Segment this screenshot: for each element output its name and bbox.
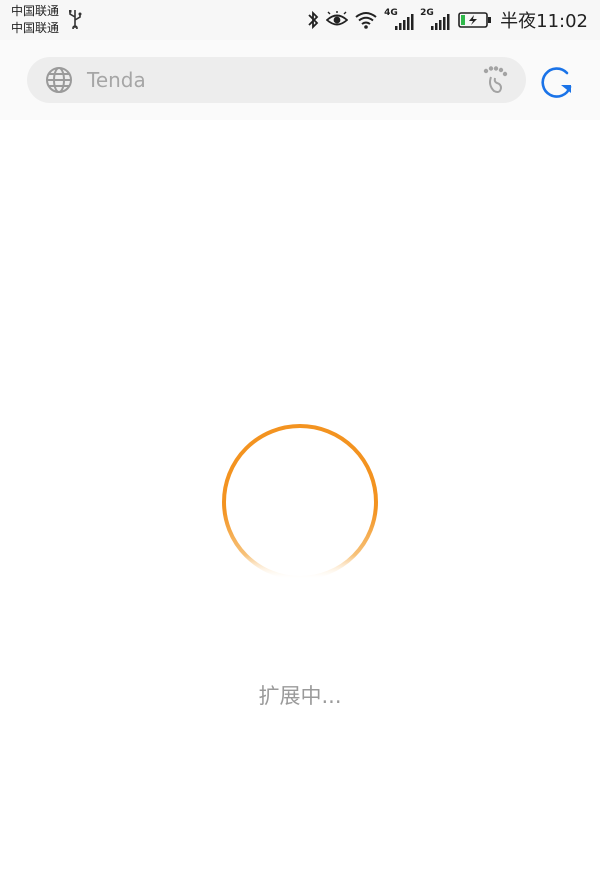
eye-comfort-icon xyxy=(326,11,349,26)
signal-bars-icon xyxy=(395,14,414,30)
carrier-info: 中国联通 中国联通 xyxy=(11,3,59,37)
footprint-icon[interactable] xyxy=(482,65,510,95)
browser-toolbar: Tenda xyxy=(0,40,600,120)
clock: 半夜11:02 xyxy=(500,11,588,32)
loading-spinner xyxy=(222,424,378,580)
loading-text: 扩展中... xyxy=(258,684,342,708)
status-icons: 4G 2G 半夜11:02 xyxy=(300,6,588,34)
carrier-1: 中国联通 xyxy=(11,4,60,18)
globe-icon xyxy=(46,67,72,93)
signal-1-indicator: 4G xyxy=(384,8,414,32)
usb-icon xyxy=(69,10,82,29)
signal-2-indicator: 2G xyxy=(420,8,450,32)
address-text[interactable]: Tenda xyxy=(87,57,146,103)
signal-bars-icon xyxy=(431,14,450,30)
status-bar: 中国联通 中国联通 4G 2G 半夜11:02 xyxy=(0,0,600,40)
wifi-icon xyxy=(355,12,377,29)
battery-charging-icon xyxy=(458,12,492,28)
bluetooth-icon xyxy=(308,10,319,30)
address-bar[interactable]: Tenda xyxy=(27,57,526,103)
carrier-2: 中国联通 xyxy=(11,21,60,35)
refresh-icon[interactable] xyxy=(538,63,576,101)
